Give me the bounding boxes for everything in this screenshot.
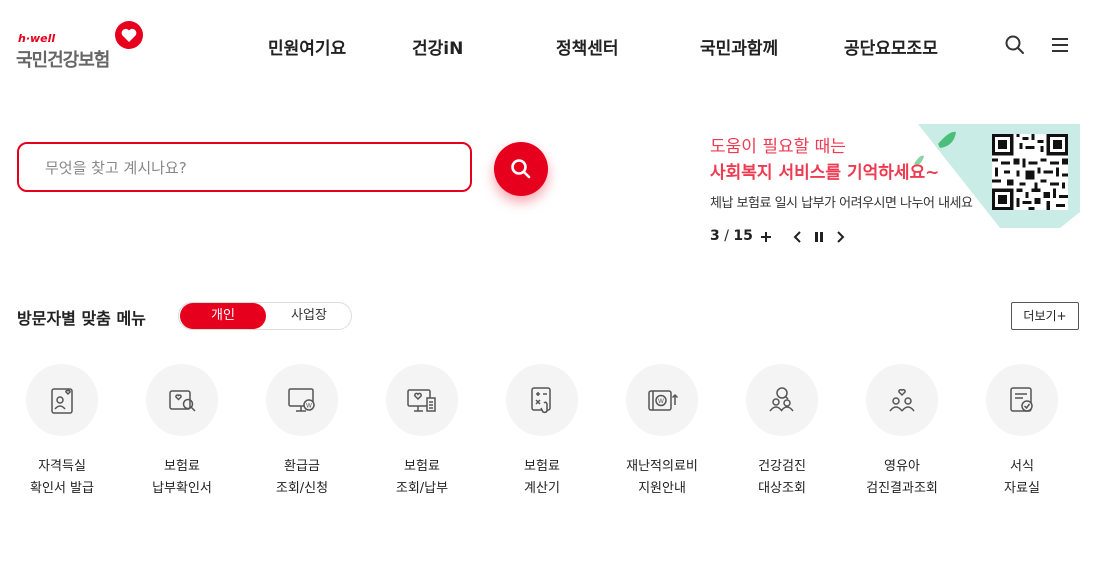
banner-headline: 도움이 필요할 때는 (710, 137, 846, 157)
nav-item-corporation-info[interactable]: 공단요모조모 (844, 34, 938, 59)
banner-page-separator: / (724, 228, 729, 244)
chevron-left-icon[interactable] (790, 229, 806, 245)
menu-item-label-line2: 지원안내 (638, 481, 686, 496)
people-search-icon (769, 387, 794, 412)
menu-item-label-line1: 영유아 (884, 459, 920, 474)
banner-description: 체납 보험료 일시 납부가 어려우시면 나누어 내세요 (710, 196, 973, 211)
menu-item-health-checkup-target[interactable]: 건강검진대상조회 (722, 364, 842, 504)
logo-text: 국민건강보험 (16, 50, 110, 71)
menu-item-label-line2: 검진결과조회 (866, 481, 938, 496)
section-title: 방문자별 맞춤 메뉴 (17, 309, 146, 328)
calculator-icon (531, 387, 551, 414)
monitor-receipt-icon (407, 389, 436, 412)
menu-item-label-line1: 보험료 (524, 459, 560, 474)
menu-item-forms-library[interactable]: 서식자료실 (962, 364, 1082, 504)
id-card-heart-icon (51, 388, 73, 414)
menu-item-label-line2: 자료실 (1004, 481, 1040, 496)
menu-item-refund-inquiry[interactable]: W 환급금조회/신청 (242, 364, 362, 504)
banner-current-page: 3 (710, 228, 720, 244)
monitor-won-icon: W (288, 388, 315, 412)
nav-item-health-in[interactable]: 건강iN (412, 34, 463, 59)
nav-item-policy-center[interactable]: 정책센터 (556, 34, 619, 59)
svg-text:W: W (658, 398, 664, 405)
menu-item-label-line2: 조회/납부 (395, 481, 449, 496)
menu-item-label-line2: 확인서 발급 (30, 481, 94, 496)
nav-item-civil-complaints[interactable]: 민원여기요 (268, 34, 346, 59)
toggle-business[interactable]: 사업장 (267, 303, 351, 329)
search-button[interactable] (494, 142, 548, 196)
menu-item-catastrophic-medical-support[interactable]: W 재난적의료비지원안내 (602, 364, 722, 504)
hamburger-menu-icon[interactable] (1049, 34, 1071, 56)
menu-item-label-line2: 대상조회 (758, 481, 806, 496)
family-heart-icon (889, 388, 915, 412)
plus-icon[interactable] (758, 229, 774, 245)
menu-item-label-line1: 재난적의료비 (626, 459, 698, 474)
menu-item-label-line1: 자격득실 (38, 459, 86, 474)
banner-title[interactable]: 사회복지 서비스를 기억하세요~ (710, 158, 939, 183)
heart-logo-icon (115, 21, 143, 49)
document-check-icon (1010, 387, 1033, 412)
menu-item-infant-checkup-results[interactable]: 영유아검진결과조회 (842, 364, 962, 504)
wallet-won-icon: W (648, 390, 679, 411)
banner-pager: 3 / 15 (710, 228, 753, 244)
search-icon[interactable] (1004, 34, 1026, 56)
search-icon (511, 159, 531, 179)
qr-code-icon (992, 134, 1068, 210)
document-search-icon (169, 390, 196, 412)
menu-item-label-line1: 환급금 (284, 459, 320, 474)
menu-item-label-line1: 서식 (1010, 459, 1034, 474)
logo-tagline: h·well (18, 32, 56, 45)
toggle-personal[interactable]: 개인 (180, 303, 266, 329)
banner-total-pages: 15 (733, 228, 753, 244)
menu-item-qualification-certificate[interactable]: 자격득실확인서 발급 (2, 364, 122, 504)
chevron-right-icon[interactable] (832, 229, 848, 245)
svg-text:W: W (306, 403, 312, 410)
visitor-type-toggle: 개인 사업장 (178, 302, 352, 330)
menu-item-label-line2: 계산기 (524, 481, 560, 496)
logo[interactable]: h·well 국민건강보험 (16, 20, 146, 71)
menu-item-label-line1: 보험료 (404, 459, 440, 474)
menu-item-payment-confirmation[interactable]: 보험료납부확인서 (122, 364, 242, 504)
menu-item-label-line1: 보험료 (164, 459, 200, 474)
more-button[interactable]: 더보기+ (1011, 302, 1079, 330)
nav-item-with-citizens[interactable]: 국민과함께 (700, 34, 778, 59)
menu-item-label-line2: 조회/신청 (275, 481, 329, 496)
search-input[interactable] (43, 144, 467, 192)
menu-item-label-line1: 건강검진 (758, 459, 806, 474)
search-box (17, 142, 472, 192)
pause-icon[interactable] (811, 229, 827, 245)
menu-item-premium-payment[interactable]: 보험료조회/납부 (362, 364, 482, 504)
menu-item-label-line2: 납부확인서 (152, 481, 212, 496)
menu-item-premium-calculator[interactable]: 보험료계산기 (482, 364, 602, 504)
